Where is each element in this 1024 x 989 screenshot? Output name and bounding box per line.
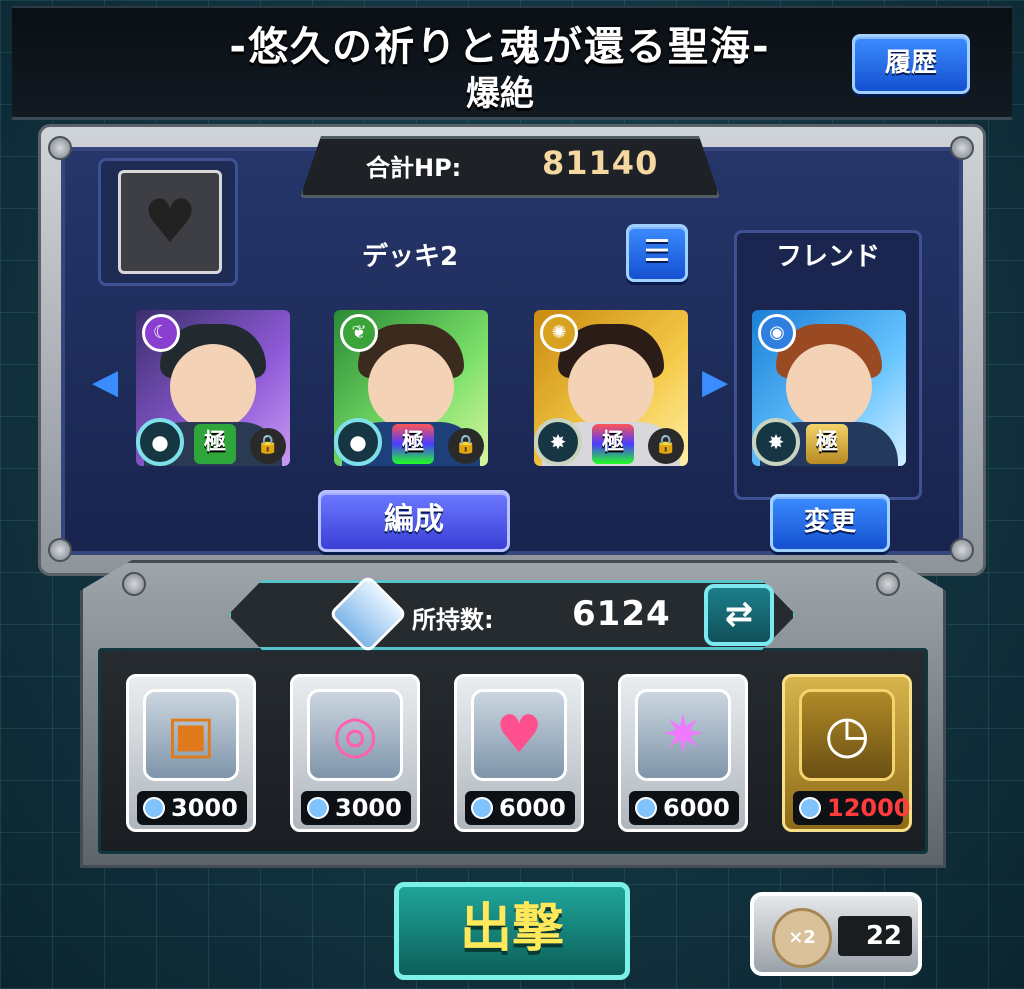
member-badge: 極: [806, 424, 848, 464]
stopwatch-icon: ◷: [799, 689, 895, 781]
change-friend-button[interactable]: 変更: [770, 494, 890, 552]
item-cost: 3000: [171, 794, 238, 822]
lock-icon: 🔒: [250, 428, 286, 464]
x2-medal-icon: ×2: [772, 908, 832, 968]
sortie-button[interactable]: 出撃: [394, 882, 630, 980]
deck-name: デッキ2: [361, 242, 459, 272]
swap-icon[interactable]: ⇄: [704, 584, 774, 646]
crystal-icon: [635, 797, 657, 819]
quest-difficulty: 爆絶: [466, 74, 534, 114]
item-cost: 3000: [335, 794, 402, 822]
party-member-2[interactable]: ❦ ● 極 🔒: [334, 310, 488, 466]
light-element-icon: ✺: [540, 314, 578, 352]
crystal-icon: [799, 797, 821, 819]
arrow-right-icon[interactable]: ▶: [702, 362, 728, 402]
item-cost: 6000: [499, 794, 566, 822]
treasure-chest-icon: ▣: [143, 689, 239, 781]
crystal-icon: [143, 797, 165, 819]
skill-orb-icon: ●: [334, 418, 382, 466]
item-cost: 12000: [827, 794, 911, 822]
friend-label: フレンド: [775, 242, 880, 272]
screw-icon: [876, 572, 900, 596]
item-heart[interactable]: ♥ 6000: [454, 674, 584, 832]
character-face: [568, 344, 654, 430]
heart-slot-icon[interactable]: ♥: [118, 170, 222, 274]
screw-icon: [48, 538, 72, 562]
total-hp-value: 81140: [542, 144, 659, 182]
arrow-left-icon[interactable]: ◀: [92, 362, 118, 402]
crystal-icon: [471, 797, 493, 819]
wood-element-icon: ❦: [340, 314, 378, 352]
member-badge: 極: [592, 424, 634, 464]
speed-up-orb-icon: ◎: [307, 689, 403, 781]
screw-icon: [950, 538, 974, 562]
total-hp-label: 合計HP:: [366, 154, 462, 182]
item-cost: 6000: [663, 794, 730, 822]
lock-icon: 🔒: [448, 428, 484, 464]
skill-orb-icon: ✸: [534, 418, 582, 466]
party-member-1[interactable]: ☾ ● 極 🔒: [136, 310, 290, 466]
member-badge: 極: [194, 424, 236, 464]
screw-icon: [48, 136, 72, 160]
light-burst-icon: ✷: [635, 689, 731, 781]
ticket-count: 22: [838, 916, 912, 956]
quest-title: -悠久の祈りと魂が還る聖海-: [229, 24, 771, 70]
party-member-3[interactable]: ✺ ✸ 極 🔒: [534, 310, 688, 466]
member-badge: 極: [392, 424, 434, 464]
crystal-icon: [307, 797, 329, 819]
formation-button[interactable]: 編成: [318, 490, 510, 552]
character-face: [170, 344, 256, 430]
skill-orb-icon: ✸: [752, 418, 800, 466]
lock-icon: 🔒: [648, 428, 684, 464]
owned-label: 所持数:: [412, 606, 494, 634]
character-face: [786, 344, 872, 430]
skill-orb-icon: ●: [136, 418, 184, 466]
deck-list-button[interactable]: ☰: [626, 224, 688, 282]
item-burst[interactable]: ✷ 6000: [618, 674, 748, 832]
character-face: [368, 344, 454, 430]
dark-element-icon: ☾: [142, 314, 180, 352]
heart-plus-icon: ♥: [471, 689, 567, 781]
multiplier-ticket[interactable]: ×2 22: [750, 892, 922, 976]
list-icon: ☰: [643, 234, 671, 269]
screw-icon: [950, 136, 974, 160]
owned-value: 6124: [572, 594, 671, 634]
history-button[interactable]: 履歴: [852, 34, 970, 94]
item-speed[interactable]: ◎ 3000: [290, 674, 420, 832]
item-treasure[interactable]: ▣ 3000: [126, 674, 256, 832]
screw-icon: [122, 572, 146, 596]
water-element-icon: ◉: [758, 314, 796, 352]
friend-member[interactable]: ◉ ✸ 極: [752, 310, 906, 466]
item-stopwatch[interactable]: ◷ 12000: [782, 674, 912, 832]
